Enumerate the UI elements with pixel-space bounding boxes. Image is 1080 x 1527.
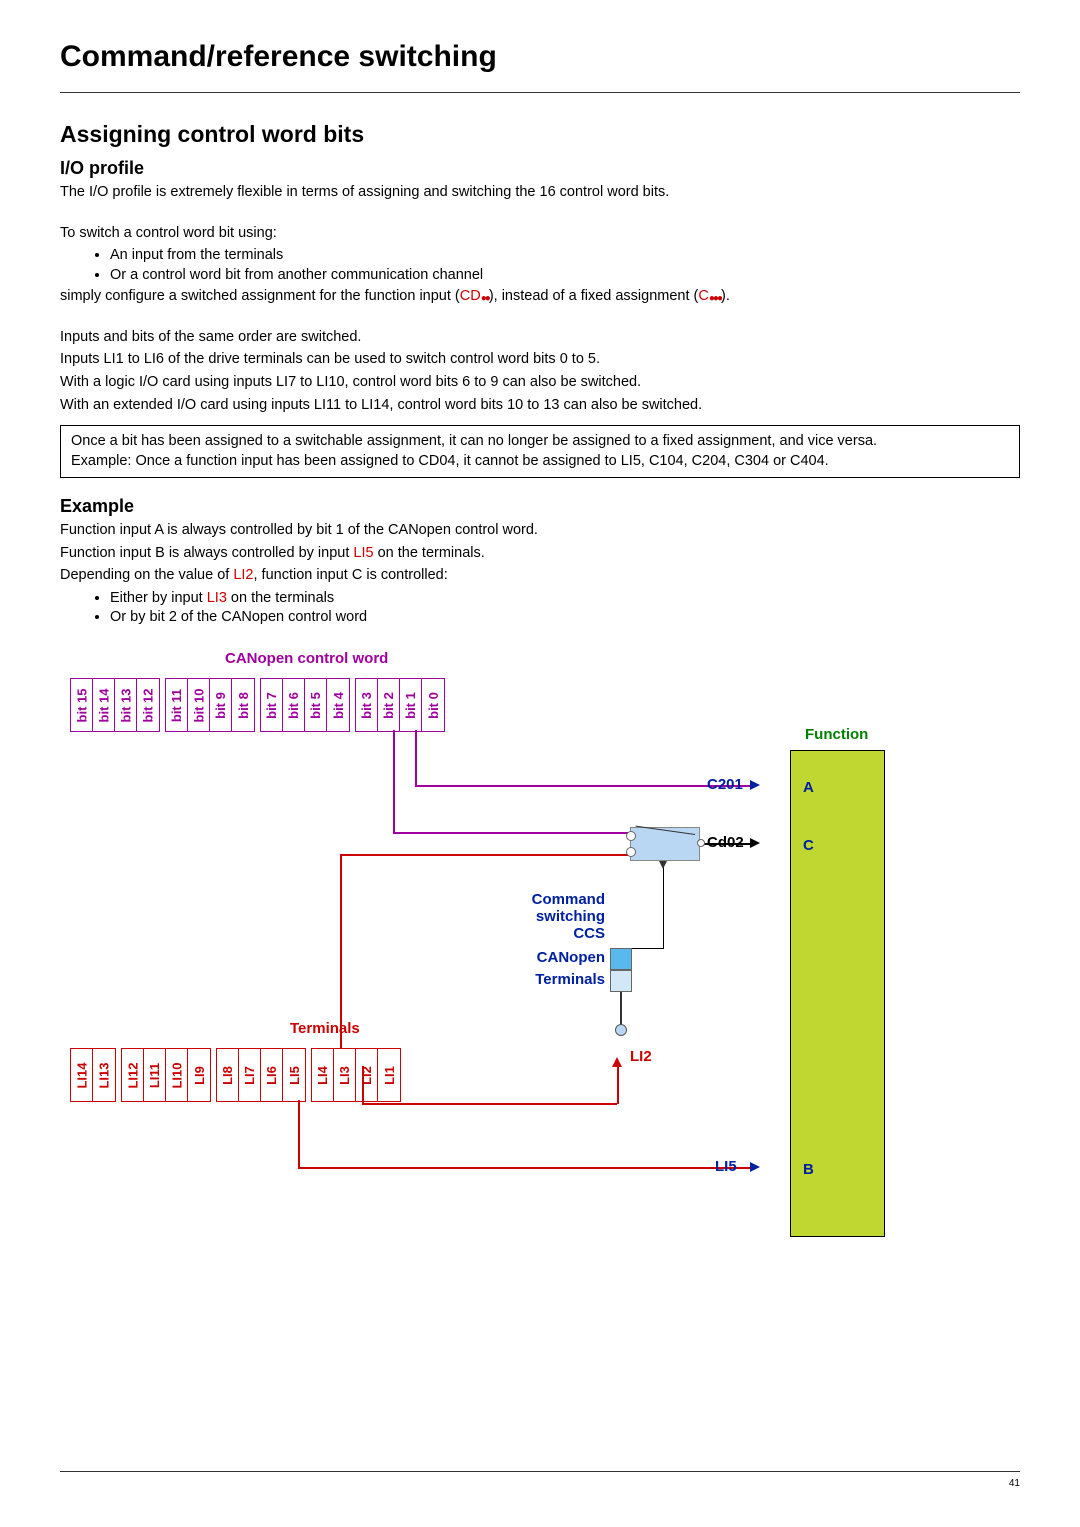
rule-bottom: [60, 1471, 1020, 1472]
paragraph: With an extended I/O card using inputs L…: [60, 396, 1020, 416]
note-box: Once a bit has been assigned to a switch…: [60, 425, 1020, 478]
function-a: A: [803, 779, 814, 796]
subheading-io-profile: I/O profile: [60, 158, 1020, 179]
canopen-bit-cells: bit 15 bit 14 bit 13 bit 12 bit 11 bit 1…: [70, 678, 450, 732]
terminal-li-cells: LI14 LI13 LI12 LI11 LI10 LI9 LI8 LI7 LI6…: [70, 1048, 406, 1102]
terminals-title: Terminals: [290, 1020, 360, 1037]
output-label-cd02: Cd02: [707, 834, 744, 851]
bullet-item: Or by bit 2 of the CANopen control word: [110, 608, 1020, 628]
canopen-control-word-label: CANopen control word: [225, 650, 388, 667]
output-label-c201: C201: [707, 776, 743, 793]
page-title: Command/reference switching: [60, 40, 1020, 74]
switch-selector: [630, 827, 700, 861]
paragraph: Depending on the value of LI2, function …: [60, 566, 1020, 586]
ccs-terminals-box: [610, 970, 632, 992]
paragraph: The I/O profile is extremely flexible in…: [60, 183, 1020, 203]
paragraph: To switch a control word bit using:: [60, 224, 1020, 244]
function-b: B: [803, 1161, 814, 1178]
bullet-item: Either by input LI3 on the terminals: [110, 589, 1020, 609]
function-c: C: [803, 837, 814, 854]
bullet-item: Or a control word bit from another commu…: [110, 266, 1020, 286]
ccs-canopen-box: [610, 948, 632, 970]
arrow-icon: [750, 780, 760, 790]
rule-top: [60, 92, 1020, 93]
bullet-list: An input from the terminals Or a control…: [110, 246, 1020, 285]
paragraph: Function input A is always controlled by…: [60, 521, 1020, 541]
arrow-icon: [612, 1057, 622, 1067]
bullet-list: Either by input LI3 on the terminals Or …: [110, 589, 1020, 628]
section-heading: Assigning control word bits: [60, 121, 1020, 148]
diagram: CANopen control word bit 15 bit 14 bit 1…: [70, 648, 890, 1208]
subheading-example: Example: [60, 496, 1020, 517]
paragraph: simply configure a switched assignment f…: [60, 287, 1020, 307]
paragraph: Inputs LI1 to LI6 of the drive terminals…: [60, 350, 1020, 370]
arrow-icon: [750, 838, 760, 848]
paragraph: Function input B is always controlled by…: [60, 544, 1020, 564]
terminals-ccs-label: Terminals: [525, 971, 605, 988]
paragraph: With a logic I/O card using inputs LI7 t…: [60, 373, 1020, 393]
canopen-label: CANopen: [525, 949, 605, 966]
output-label-li5: LI5: [715, 1158, 737, 1175]
bullet-item: An input from the terminals: [110, 246, 1020, 266]
function-block: A C B: [790, 750, 885, 1237]
li2-selector-label: LI2: [630, 1048, 652, 1065]
arrow-icon: [750, 1162, 760, 1172]
page-number: 41: [1009, 1478, 1020, 1489]
paragraph: Inputs and bits of the same order are sw…: [60, 328, 1020, 348]
ccs-label: Command: [525, 891, 605, 908]
